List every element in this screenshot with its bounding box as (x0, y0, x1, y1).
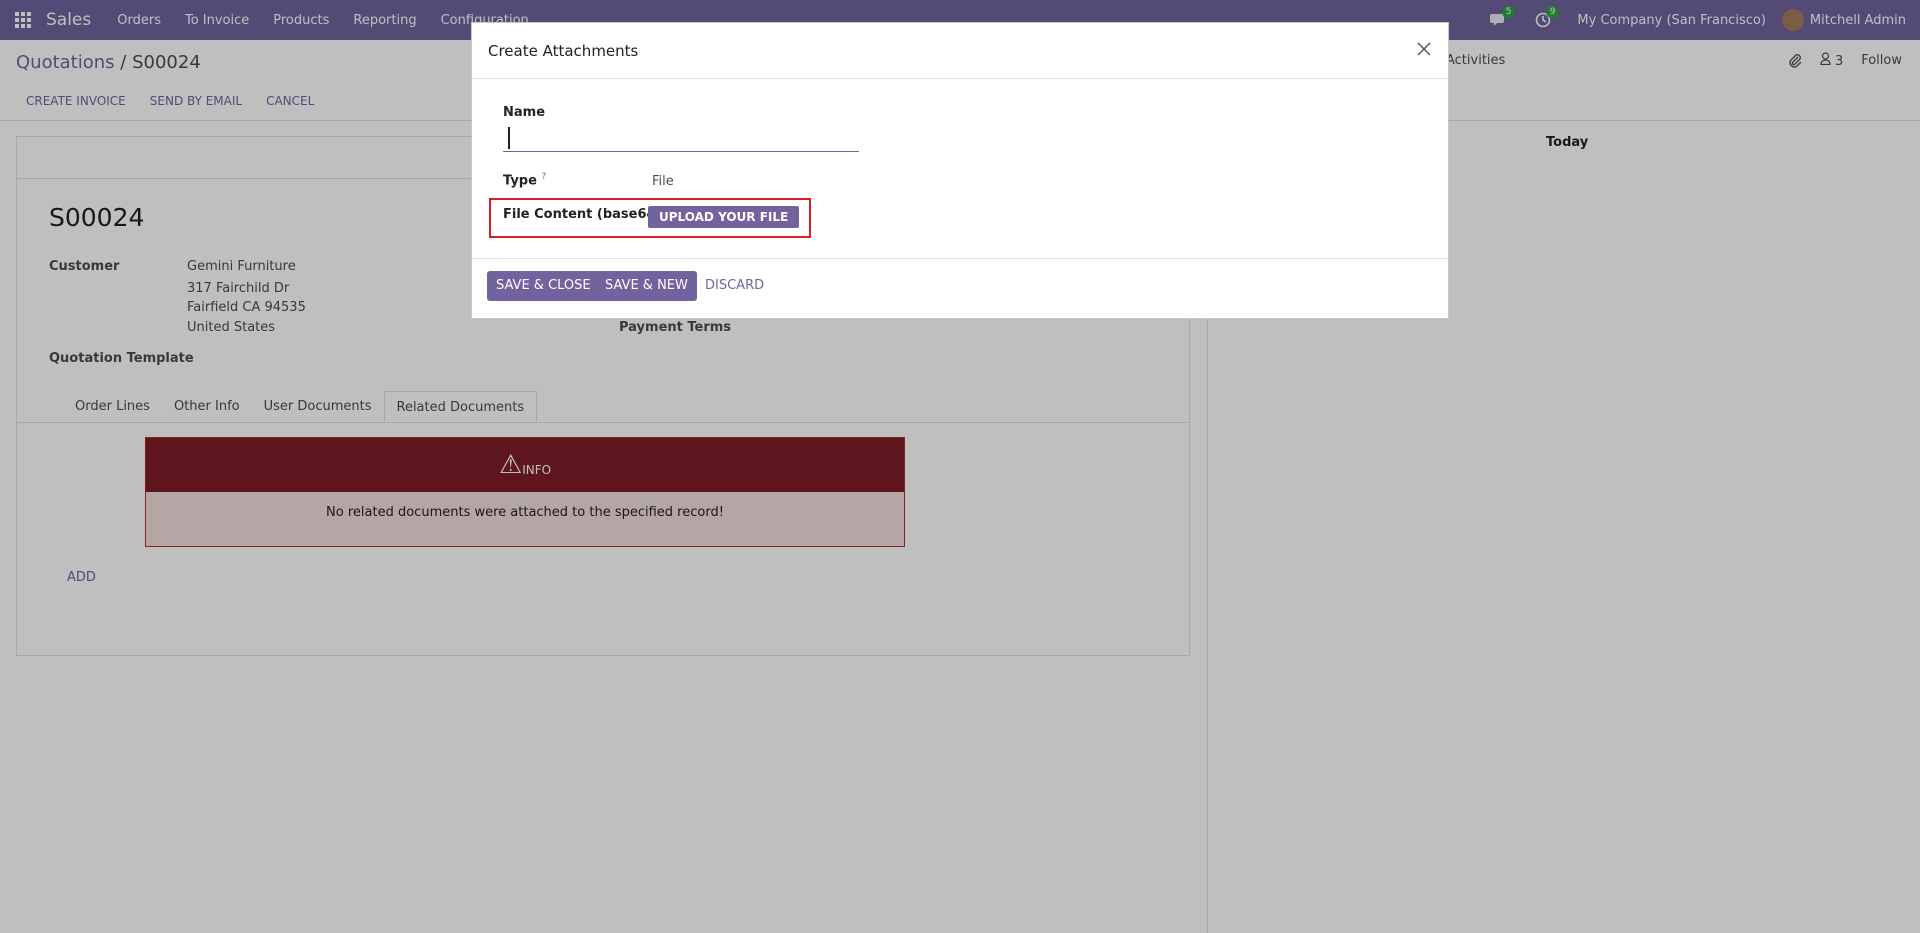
save-new-button[interactable]: SAVE & NEW (596, 271, 697, 301)
dialog-footer: SAVE & CLOSE SAVE & NEW DISCARD (472, 259, 1448, 319)
type-label: Type ? (503, 172, 546, 188)
text-cursor (508, 127, 510, 149)
type-help-icon[interactable]: ? (541, 172, 546, 182)
dialog-body: Name Type ? File File Content (base64) U… (472, 79, 1448, 259)
dialog-header: Create Attachments (472, 23, 1448, 79)
create-attachments-dialog: Create Attachments Name Type ? File File… (471, 22, 1449, 319)
dialog-title: Create Attachments (488, 42, 639, 60)
type-value[interactable]: File (652, 174, 674, 189)
name-label: Name (503, 105, 546, 120)
close-icon[interactable] (1410, 35, 1438, 63)
file-content-label: File Content (base64) (503, 207, 662, 222)
save-close-button[interactable]: SAVE & CLOSE (487, 271, 600, 301)
upload-file-button[interactable]: UPLOAD YOUR FILE (648, 206, 800, 228)
type-label-text: Type (503, 173, 537, 189)
discard-button[interactable]: DISCARD (705, 271, 764, 301)
name-input[interactable] (503, 122, 859, 152)
